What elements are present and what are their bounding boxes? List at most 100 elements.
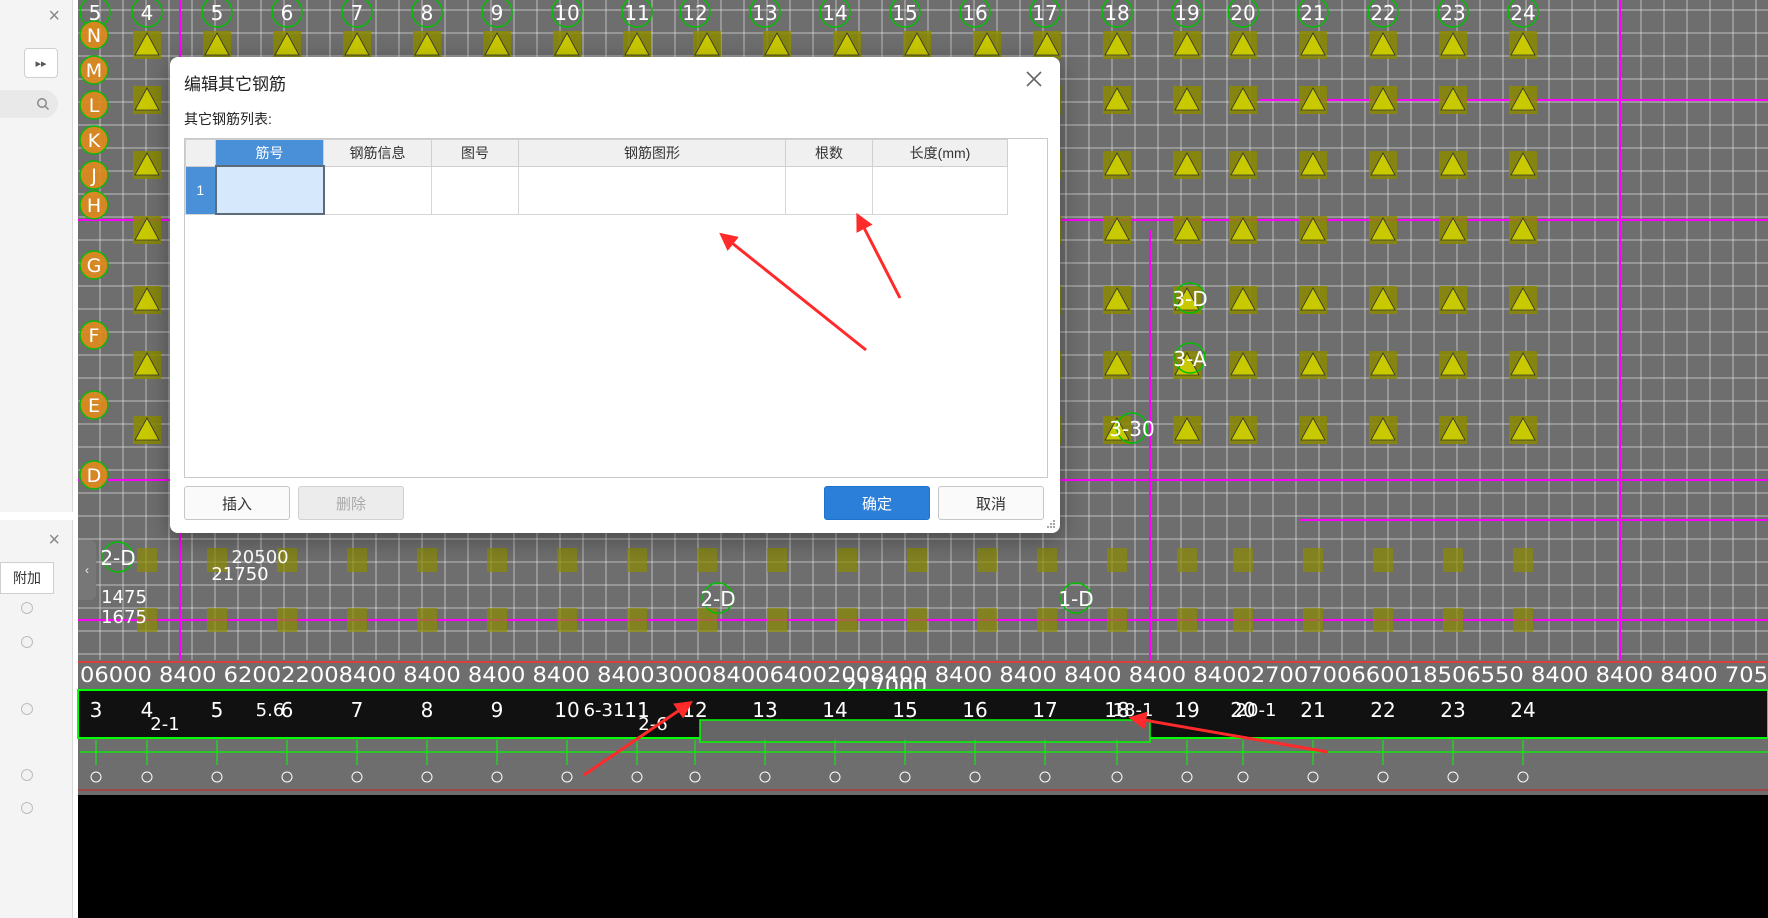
cell-length[interactable] (872, 165, 1008, 215)
axis-label: 9 (491, 698, 504, 722)
column-marker (977, 608, 997, 632)
radio-option[interactable] (21, 769, 33, 781)
table-header-row: 筋号 钢筋信息 图号 钢筋图形 根数 长度(mm) (185, 139, 1008, 167)
axis-label: 2-D (100, 546, 135, 570)
cell-count[interactable] (785, 165, 873, 215)
column-marker (837, 608, 857, 632)
close-icon[interactable]: × (48, 6, 60, 26)
close-icon[interactable] (1022, 67, 1046, 91)
axis-label: E (88, 395, 100, 417)
tab-label: 附加 (13, 570, 41, 586)
close-icon[interactable]: × (48, 530, 60, 550)
table-row[interactable]: 1 (185, 165, 1008, 215)
ok-button[interactable]: 确定 (824, 486, 930, 520)
insert-button[interactable]: 插入 (184, 486, 290, 520)
axis-label: 16 (962, 1, 987, 25)
column-marker (1443, 548, 1463, 572)
column-header-drawing-number[interactable]: 图号 (431, 139, 519, 167)
misc-label: 21750 (211, 564, 268, 585)
column-marker (1037, 548, 1057, 572)
rebar-grid[interactable]: 筋号 钢筋信息 图号 钢筋图形 根数 长度(mm) 1 (184, 138, 1048, 478)
column-marker (1443, 608, 1463, 632)
column-marker (417, 548, 437, 572)
axis-label: 8 (421, 698, 434, 722)
axis-label: L (89, 95, 100, 117)
row-number[interactable]: 1 (185, 165, 216, 215)
cad-black-area (78, 795, 1768, 918)
expand-button[interactable]: ▸▸ (24, 48, 58, 78)
column-marker (277, 608, 297, 632)
axis-label: 19 (1174, 698, 1199, 722)
axis-label: 7 (351, 698, 364, 722)
axis-label: 24 (1510, 1, 1535, 25)
cancel-button[interactable]: 取消 (938, 486, 1044, 520)
axis-label: 13 (752, 698, 777, 722)
search-field[interactable] (0, 90, 58, 118)
axis-label: 15 (892, 698, 917, 722)
column-marker (1233, 548, 1253, 572)
column-header-rebar-shape[interactable]: 钢筋图形 (518, 139, 786, 167)
panel-collapse-handle[interactable]: ‹ (78, 540, 96, 600)
axis-label: 9 (491, 1, 504, 25)
column-marker (1177, 548, 1197, 572)
column-marker (697, 548, 717, 572)
column-header-rebar-info[interactable]: 钢筋信息 (323, 139, 432, 167)
column-marker (627, 608, 647, 632)
column-marker (137, 548, 157, 572)
axis-label: 3-A (1173, 347, 1207, 371)
axis-label: 2-D (700, 587, 735, 611)
axis-label: 10 (554, 1, 579, 25)
misc-label: 20-1 (1236, 700, 1277, 721)
edit-other-rebar-dialog: 编辑其它钢筋 其它钢筋列表: 筋号 钢筋信息 图号 钢筋图形 根数 长度(mm)… (170, 57, 1060, 533)
misc-label: 1675 (101, 607, 147, 628)
column-header-length[interactable]: 长度(mm) (872, 139, 1008, 167)
column-marker (207, 608, 227, 632)
axis-label: 17 (1032, 698, 1057, 722)
column-marker (627, 548, 647, 572)
column-header-bar-number[interactable]: 筋号 (215, 139, 324, 167)
radio-option[interactable] (21, 703, 33, 715)
axis-label: 21 (1300, 1, 1325, 25)
column-marker (1037, 608, 1057, 632)
column-marker (907, 608, 927, 632)
column-marker (1303, 608, 1323, 632)
column-marker (1107, 608, 1127, 632)
axis-label: 5 (211, 698, 224, 722)
cell-bar-number[interactable] (214, 165, 325, 215)
radio-option[interactable] (21, 802, 33, 814)
misc-label: 5.6 (256, 700, 285, 721)
axis-label: D (87, 465, 102, 487)
axis-label: 14 (822, 1, 847, 25)
column-marker (1513, 548, 1533, 572)
misc-label: 18-1 (1113, 700, 1154, 721)
axis-label: 4 (141, 1, 154, 25)
axis-label: N (87, 25, 101, 47)
axis-label: 23 (1440, 698, 1465, 722)
radio-option[interactable] (21, 602, 33, 614)
axis-label: 14 (822, 698, 847, 722)
cell-rebar-info[interactable] (323, 165, 432, 215)
misc-label: 2-1 (150, 714, 179, 735)
column-marker (1373, 608, 1393, 632)
dialog-title: 编辑其它钢筋 (184, 75, 286, 94)
column-marker (487, 548, 507, 572)
cell-rebar-shape[interactable] (518, 165, 786, 215)
axis-label: F (89, 325, 100, 347)
column-marker (1177, 608, 1197, 632)
chevron-left-icon: ‹ (85, 563, 89, 577)
axis-label: 19 (1174, 1, 1199, 25)
resize-grip-icon[interactable] (1046, 519, 1056, 529)
left-panel-bottom: × 附加 (0, 520, 73, 918)
radio-option[interactable] (21, 636, 33, 648)
column-marker (347, 548, 367, 572)
axis-label: G (87, 255, 102, 277)
delete-button[interactable]: 删除 (298, 486, 404, 520)
column-marker (697, 608, 717, 632)
column-marker (347, 608, 367, 632)
cell-drawing-number[interactable] (431, 165, 519, 215)
axis-strip-block (699, 719, 1151, 743)
axis-label: 11 (624, 1, 649, 25)
axis-label: 21 (1300, 698, 1325, 722)
column-header-count[interactable]: 根数 (785, 139, 873, 167)
tab-additional[interactable]: 附加 (0, 562, 54, 594)
